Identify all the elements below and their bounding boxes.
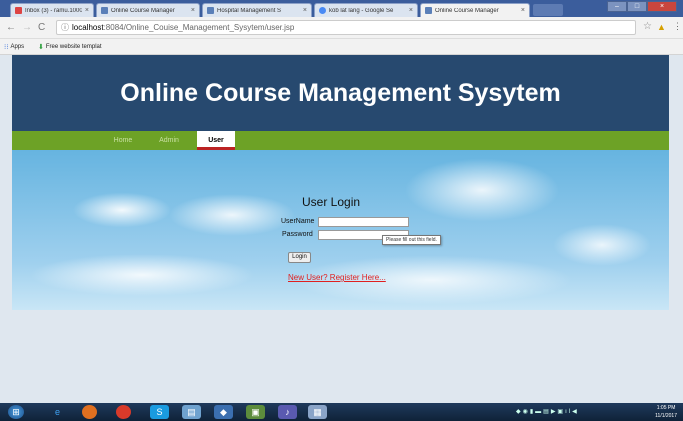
close-icon[interactable]: × <box>191 7 195 14</box>
url-path: :8084/Online_Couise_Management_Sysytem/u… <box>103 23 295 32</box>
bookmark-star-icon[interactable]: ☆ <box>643 21 652 32</box>
window-thumbnail-icon[interactable]: ▦ <box>308 405 327 419</box>
clock-time: 1:05 PM <box>656 405 676 411</box>
tab-gmail[interactable]: Inbox (3) - ramu.1000p × <box>10 3 94 17</box>
bookmark-apps[interactable]: ⁝⁝ Apps <box>4 43 24 51</box>
page-icon <box>101 7 108 14</box>
apps-grid-icon: ⁝⁝ <box>4 44 9 51</box>
username-label: UserName <box>281 218 315 225</box>
reload-icon[interactable]: C <box>38 22 45 33</box>
tab-course-active[interactable]: Online Course Manager × <box>420 3 530 17</box>
close-icon[interactable]: × <box>85 7 89 14</box>
virtualbox-icon[interactable]: ◆ <box>214 405 233 419</box>
start-button-icon[interactable]: ⊞ <box>8 405 24 419</box>
tab-title: Online Course Manager <box>435 7 499 14</box>
username-input[interactable] <box>318 217 409 227</box>
close-window-icon[interactable]: × <box>647 1 677 12</box>
tab-course-1[interactable]: Online Course Manager × <box>96 3 200 17</box>
bookmarks-bar: ⁝⁝ Apps ⬇ Free website templat <box>0 39 683 55</box>
menu-user[interactable]: User <box>197 131 235 150</box>
tab-google[interactable]: kob lat lang - Google Se × <box>314 3 418 17</box>
system-tray-icons[interactable]: ◆◉▮▬▤▶▣ıl◀ <box>516 408 579 415</box>
menu-kebab-icon[interactable]: ⋮ <box>673 21 682 32</box>
page-lower-area <box>12 310 669 403</box>
tab-title: Online Course Manager <box>111 7 175 14</box>
address-bar-row: ← → C ⓘ localhost:8084/Online_Couise_Mana… <box>0 17 683 39</box>
taskbar: ⊞ e S ▤ ◆ ▣ ♪ ▦ ◆◉▮▬▤▶▣ıl◀ 1:05 PM 11/1/… <box>0 403 683 421</box>
info-icon[interactable]: ⓘ <box>61 23 69 32</box>
page-icon <box>425 7 432 14</box>
google-icon <box>319 7 326 14</box>
site-title: Online Course Management Sysytem <box>120 79 561 107</box>
extension-icon[interactable]: ▲ <box>657 22 666 32</box>
media-player-icon[interactable]: ♪ <box>278 405 297 419</box>
netbeans-icon[interactable]: ▣ <box>246 405 265 419</box>
password-label: Password <box>282 231 313 238</box>
bookmark-label: Apps <box>10 44 25 50</box>
chrome-icon[interactable] <box>116 405 131 419</box>
bookmark-arrow-icon: ⬇ <box>38 44 44 51</box>
site-menu: Home Admin User <box>12 131 669 150</box>
menu-admin[interactable]: Admin <box>154 131 184 150</box>
maximize-icon[interactable]: □ <box>627 1 647 12</box>
login-button[interactable]: Login <box>288 252 311 263</box>
close-icon[interactable]: × <box>521 7 525 14</box>
minimize-icon[interactable]: – <box>607 1 627 12</box>
internet-explorer-icon[interactable]: e <box>48 405 67 419</box>
web-page: Online Course Management Sysytem Home Ad… <box>12 55 669 403</box>
window-controls: – □ × <box>607 1 677 12</box>
bookmark-label: Free website templat <box>45 44 102 50</box>
site-header: Online Course Management Sysytem <box>12 55 669 131</box>
validation-tooltip: Please fill out this field. <box>382 235 441 245</box>
browser-tab-strip: Inbox (3) - ramu.1000p × Online Course M… <box>0 0 683 17</box>
file-explorer-icon[interactable]: ▤ <box>182 405 201 419</box>
url-host: localhost <box>72 23 104 32</box>
back-arrow-icon[interactable]: ← <box>6 22 16 33</box>
login-heading: User Login <box>302 195 361 209</box>
tab-title: kob lat lang - Google Se <box>329 7 394 14</box>
firefox-icon[interactable] <box>82 405 97 419</box>
gmail-icon <box>15 7 22 14</box>
clock-date: 11/1/2017 <box>655 413 677 419</box>
bookmark-free-templates[interactable]: ⬇ Free website templat <box>38 43 102 51</box>
forward-arrow-icon[interactable]: → <box>22 22 32 33</box>
new-tab-button[interactable] <box>533 4 563 16</box>
tab-title: Inbox (3) - ramu.1000p <box>25 7 82 14</box>
tab-hospital[interactable]: Hospital Management S × <box>202 3 312 17</box>
url-input[interactable]: ⓘ localhost:8084/Online_Couise_Management… <box>56 20 636 35</box>
close-icon[interactable]: × <box>303 7 307 14</box>
menu-home[interactable]: Home <box>108 131 138 150</box>
tab-title: Hospital Management S <box>217 7 282 14</box>
page-icon <box>207 7 214 14</box>
close-icon[interactable]: × <box>409 7 413 14</box>
skype-icon[interactable]: S <box>150 405 169 419</box>
register-link[interactable]: New User? Register Here... <box>288 273 386 282</box>
taskbar-clock[interactable]: 1:05 PM 11/1/2017 <box>655 404 677 420</box>
